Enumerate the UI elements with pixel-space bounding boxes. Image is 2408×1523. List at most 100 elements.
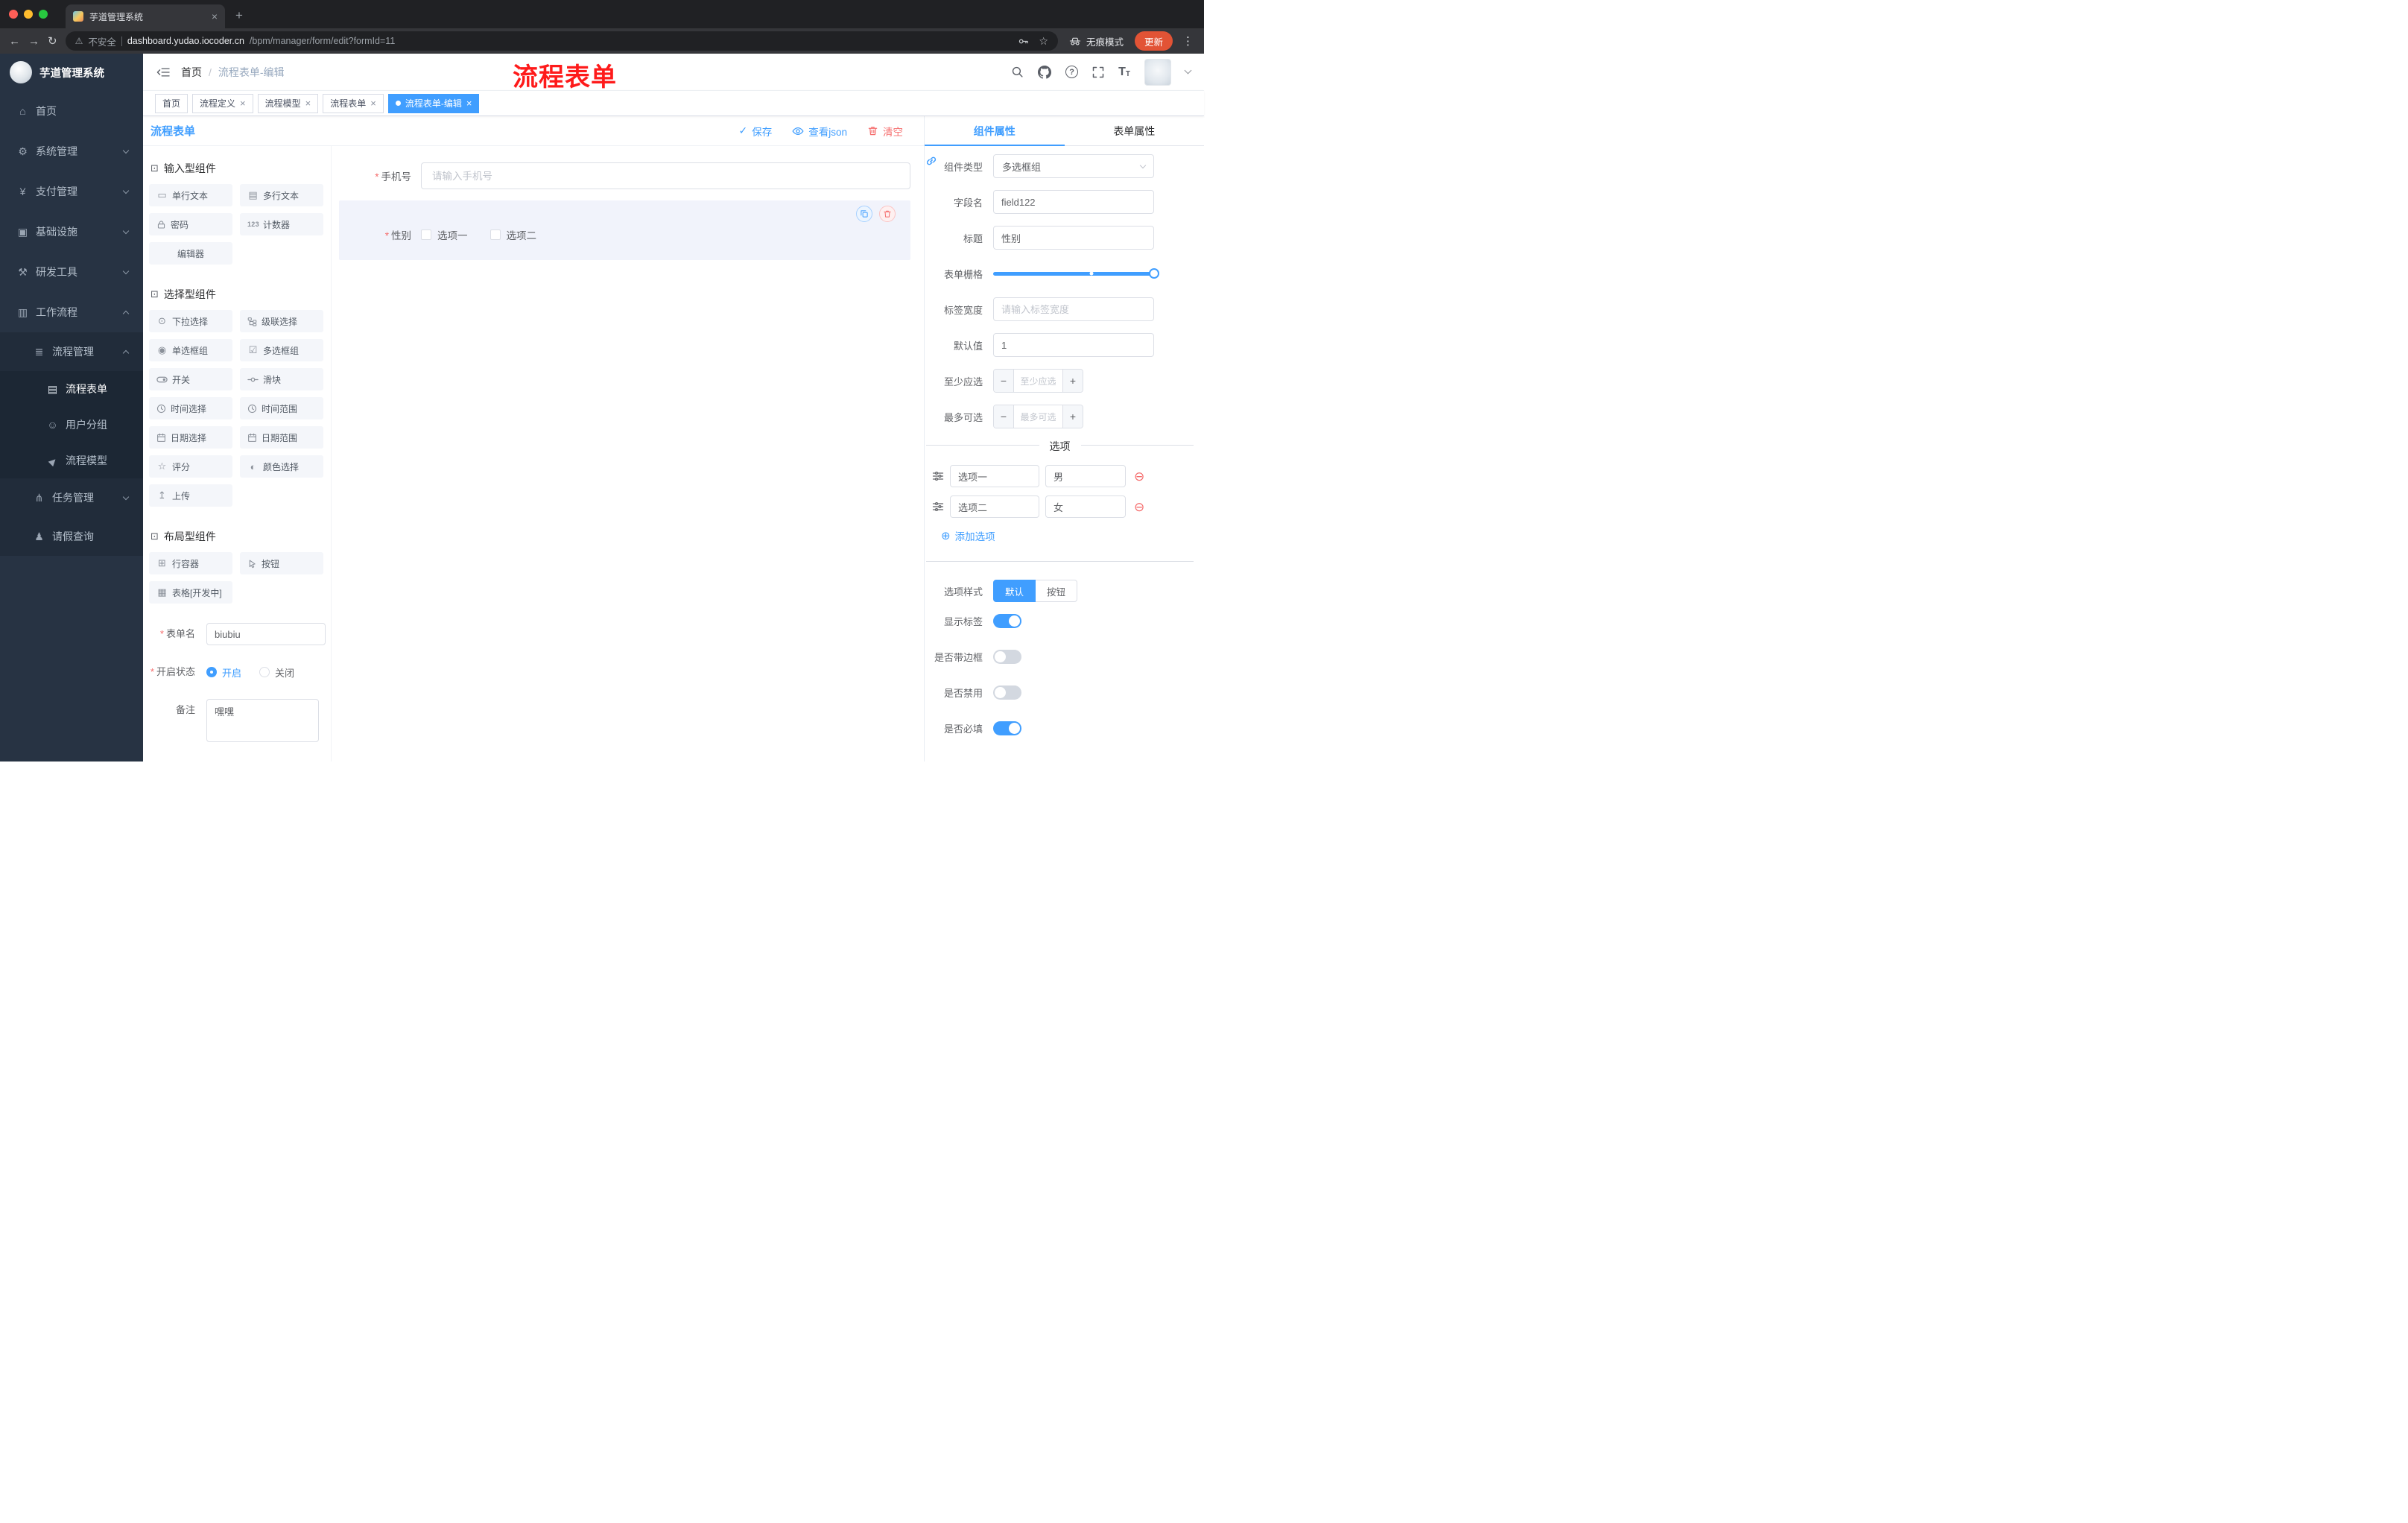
slider-handle[interactable]: [1149, 268, 1159, 279]
component-type-select[interactable]: 多选框组: [993, 154, 1154, 178]
window-zoom-button[interactable]: [39, 10, 48, 19]
style-default-button[interactable]: 默认: [993, 580, 1036, 602]
required-toggle[interactable]: [993, 721, 1021, 735]
drag-handle-icon[interactable]: [932, 470, 944, 482]
sidebar-item-process-form[interactable]: ▤ 流程表单: [0, 371, 143, 407]
palette-item-time-picker[interactable]: 时间选择: [149, 397, 232, 419]
sidebar-item-dev-tools[interactable]: ⚒ 研发工具: [0, 252, 143, 292]
status-radio-off[interactable]: 关闭: [259, 665, 294, 680]
option-value-input[interactable]: [1045, 465, 1126, 487]
palette-item-counter[interactable]: 123 计数器: [240, 213, 323, 235]
new-tab-button[interactable]: +: [225, 8, 243, 28]
forward-button[interactable]: →: [28, 36, 39, 47]
palette-item-row-container[interactable]: ⊞ 行容器: [149, 552, 232, 574]
sidebar-item-infrastructure[interactable]: ▣ 基础设施: [0, 212, 143, 252]
status-radio-on[interactable]: 开启: [206, 665, 241, 680]
palette-item-color-picker[interactable]: ◐ 颜色选择: [240, 455, 323, 478]
help-icon[interactable]: ?: [1065, 66, 1079, 78]
remove-option-icon[interactable]: ⊖: [1134, 470, 1144, 483]
sidebar-item-process-management[interactable]: ≣ 流程管理: [0, 332, 143, 371]
palette-item-switch[interactable]: 开关: [149, 368, 232, 390]
field-gender-selected[interactable]: * 性别 选项一 选项二: [339, 200, 910, 260]
option-name-input[interactable]: [950, 495, 1039, 518]
app-logo[interactable]: 芋道管理系统: [0, 54, 143, 91]
checkbox-option-2[interactable]: 选项二: [489, 227, 536, 242]
breadcrumb-home[interactable]: 首页: [181, 65, 202, 80]
save-button[interactable]: ✓ 保存: [739, 124, 773, 139]
update-button[interactable]: 更新: [1134, 31, 1173, 51]
github-icon[interactable]: [1038, 65, 1052, 79]
palette-item-cascader[interactable]: 级联选择: [240, 310, 323, 332]
form-canvas[interactable]: * 手机号 请输入手机号 * 性别 选项一 选项二: [332, 146, 924, 762]
palette-item-single-line-text[interactable]: ▭ 单行文本: [149, 184, 232, 206]
max-select-placeholder[interactable]: 最多可选: [1014, 405, 1062, 428]
option-name-input[interactable]: [950, 465, 1039, 487]
default-value-input[interactable]: [993, 333, 1154, 357]
field-phone[interactable]: * 手机号: [339, 162, 910, 189]
phone-input[interactable]: [421, 162, 910, 189]
key-icon[interactable]: [1018, 36, 1029, 47]
style-button-button[interactable]: 按钮: [1036, 580, 1078, 602]
slider-track[interactable]: [993, 268, 1159, 279]
palette-item-date-range[interactable]: 日期范围: [240, 426, 323, 449]
reload-button[interactable]: ↻: [48, 36, 57, 47]
sidebar-item-leave-query[interactable]: ♟ 请假查询: [0, 517, 143, 556]
back-button[interactable]: ←: [9, 36, 20, 47]
palette-item-radio-group[interactable]: ◉ 单选框组: [149, 339, 232, 361]
window-minimize-button[interactable]: [24, 10, 33, 19]
copy-field-button[interactable]: [856, 206, 872, 222]
tag-process-model[interactable]: 流程模型 ×: [257, 93, 319, 113]
sidebar-item-home[interactable]: ⌂ 首页: [0, 91, 143, 131]
tab-close-icon[interactable]: ×: [212, 11, 218, 22]
tab-form-props[interactable]: 表单属性: [1065, 116, 1205, 145]
palette-item-rate[interactable]: ☆ 评分: [149, 455, 232, 478]
delete-field-button[interactable]: [879, 206, 896, 222]
view-json-button[interactable]: 查看json: [792, 124, 847, 139]
checkbox-option-1[interactable]: 选项一: [421, 227, 468, 242]
border-toggle[interactable]: [993, 650, 1021, 664]
show-label-toggle[interactable]: [993, 614, 1021, 628]
bookmark-star-icon[interactable]: ☆: [1039, 35, 1048, 48]
clear-button[interactable]: 清空: [867, 124, 903, 139]
checkbox-icon[interactable]: [489, 229, 501, 240]
sidebar-item-workflow[interactable]: ▥ 工作流程: [0, 292, 143, 332]
label-width-input[interactable]: [993, 297, 1154, 321]
fullscreen-icon[interactable]: [1092, 66, 1104, 78]
tag-process-form-edit[interactable]: 流程表单-编辑 ×: [387, 93, 480, 113]
title-input[interactable]: [993, 226, 1154, 250]
link-icon[interactable]: [925, 155, 937, 167]
browser-menu-icon[interactable]: ⋮: [1181, 34, 1195, 48]
decrease-button[interactable]: −: [994, 370, 1014, 392]
tag-close-icon[interactable]: ×: [240, 98, 246, 108]
tag-process-form[interactable]: 流程表单 ×: [323, 93, 384, 113]
drag-handle-icon[interactable]: [932, 501, 944, 513]
remove-option-icon[interactable]: ⊖: [1134, 501, 1144, 513]
sidebar-item-user-group[interactable]: ☺ 用户分组: [0, 407, 143, 443]
form-name-input[interactable]: [206, 623, 326, 645]
security-warning-icon[interactable]: ⚠: [75, 36, 83, 46]
address-bar[interactable]: ⚠ 不安全 dashboard.yudao.iocoder.cn /bpm/ma…: [65, 31, 1058, 51]
increase-button[interactable]: +: [1062, 370, 1083, 392]
palette-item-date-picker[interactable]: 日期选择: [149, 426, 232, 449]
search-icon[interactable]: [1011, 66, 1024, 78]
tag-process-definition[interactable]: 流程定义 ×: [192, 93, 253, 113]
increase-button[interactable]: +: [1062, 405, 1083, 428]
sidebar-item-task-management[interactable]: ⋔ 任务管理: [0, 478, 143, 517]
tag-close-icon[interactable]: ×: [370, 98, 376, 108]
palette-item-table[interactable]: ▦ 表格[开发中]: [149, 581, 232, 604]
sidebar-item-process-model[interactable]: ▶ 流程模型: [0, 443, 143, 478]
font-size-icon[interactable]: TT: [1118, 66, 1130, 78]
palette-item-time-range[interactable]: 时间范围: [240, 397, 323, 419]
chevron-down-icon[interactable]: [1184, 66, 1192, 75]
checkbox-icon[interactable]: [421, 229, 431, 240]
decrease-button[interactable]: −: [994, 405, 1014, 428]
palette-item-multi-line-text[interactable]: ▤ 多行文本: [240, 184, 323, 206]
min-select-placeholder[interactable]: 至少应选: [1014, 370, 1062, 392]
tab-component-props[interactable]: 组件属性: [925, 116, 1065, 146]
palette-item-password[interactable]: 密码: [149, 213, 232, 235]
sidebar-toggle-icon[interactable]: [156, 66, 170, 78]
sidebar-item-system-management[interactable]: ⚙ 系统管理: [0, 131, 143, 171]
palette-item-button[interactable]: 按钮: [240, 552, 323, 574]
browser-tab[interactable]: 芋道管理系统 ×: [66, 4, 225, 28]
window-close-button[interactable]: [9, 10, 18, 19]
